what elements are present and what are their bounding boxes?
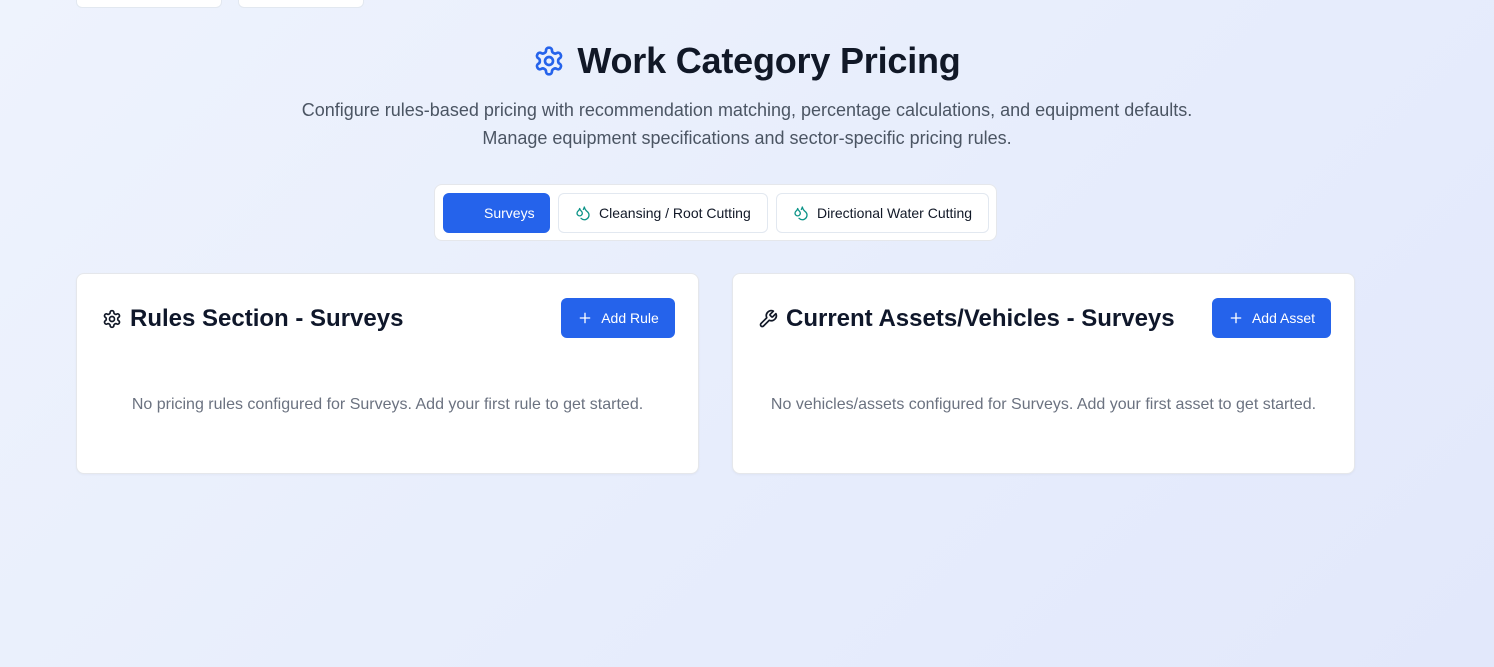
rules-section-card: Rules Section - Surveys Add Rule No pric… [76,273,699,474]
assets-card-header: Current Assets/Vehicles - Surveys [758,304,1175,334]
add-asset-button[interactable]: Add Asset [1212,298,1331,338]
assets-empty-message: No vehicles/assets configured for Survey… [770,396,1317,413]
plus-icon [577,310,593,326]
page-header: Work Category Pricing Configure rules-ba… [0,38,1494,152]
top-second-button[interactable] [238,0,364,8]
tab-label: Directional Water Cutting [817,204,973,221]
tab-cleansing-root-cutting[interactable]: Cleansing / Root Cutting [558,192,768,233]
add-rule-label: Add Rule [601,310,659,326]
subtitle-line-1: Configure rules-based pricing with recom… [301,100,1193,120]
subtitle-line-2: Manage equipment specifications and sect… [482,128,1012,148]
page-subtitle: Configure rules-based pricing with recom… [0,96,1494,152]
add-asset-label: Add Asset [1251,310,1316,326]
title-row: Work Category Pricing [0,38,1494,84]
gear-icon [533,45,565,77]
page-title: Work Category Pricing [577,40,961,81]
plus-icon [1228,310,1244,326]
tab-directional-water-cutting[interactable]: Directional Water Cutting [776,192,989,233]
tab-label: Cleansing / Root Cutting [599,204,751,221]
gear-icon [102,309,122,329]
tab-label: Surveys [484,204,535,221]
assets-vehicles-card: Current Assets/Vehicles - Surveys Add As… [732,273,1355,474]
droplets-icon [793,205,809,221]
rules-empty-message: No pricing rules configured for Surveys.… [131,396,644,413]
droplets-icon [575,205,591,221]
tab-surveys[interactable]: Surveys [443,192,550,233]
rules-card-header: Rules Section - Surveys [102,304,403,334]
wrench-icon [758,309,778,329]
assets-card-title: Current Assets/Vehicles - Surveys [786,305,1175,332]
rules-card-title: Rules Section - Surveys [130,305,404,332]
top-left-button[interactable] [76,0,222,8]
add-rule-button[interactable]: Add Rule [561,298,675,338]
category-tabs: Surveys Cleansing / Root Cutting Directi… [434,184,997,241]
